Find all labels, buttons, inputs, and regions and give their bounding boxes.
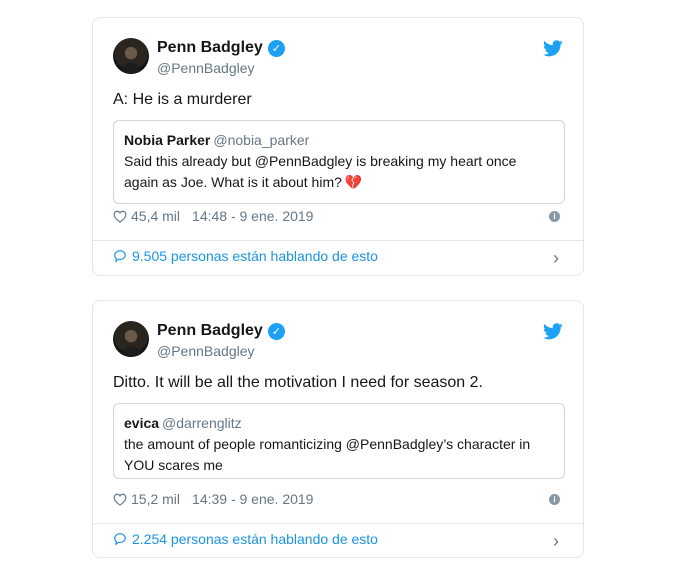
like-count: 45,4 mil bbox=[131, 208, 181, 224]
quoted-author-name: Nobia Parker bbox=[124, 132, 211, 148]
divider bbox=[93, 523, 583, 524]
conversation-link[interactable]: 9.505 personas están hablando de esto bbox=[113, 248, 378, 264]
like-count: 15,2 mil bbox=[131, 491, 181, 507]
timestamp[interactable]: 14:48 - 9 ene. 2019 bbox=[192, 208, 313, 224]
conversation-link[interactable]: 2.254 personas están hablando de esto bbox=[113, 531, 378, 547]
tweet-text: A: He is a murderer bbox=[113, 91, 252, 108]
timestamp[interactable]: 14:39 - 9 ene. 2019 bbox=[192, 491, 313, 507]
avatar[interactable] bbox=[113, 38, 149, 74]
tweet-text: Ditto. It will be all the motivation I n… bbox=[113, 374, 483, 391]
conversation-text: 9.505 personas están hablando de esto bbox=[132, 248, 378, 264]
author-handle[interactable]: @PennBadgley bbox=[157, 60, 255, 76]
quoted-tweet[interactable]: Nobia Parker @nobia_parker Said this alre… bbox=[113, 120, 565, 204]
twitter-bird-icon[interactable] bbox=[543, 323, 563, 340]
quoted-author-name: evica bbox=[124, 415, 160, 431]
quoted-author-handle: @nobia_parker bbox=[213, 132, 310, 148]
speech-bubble-icon bbox=[114, 250, 126, 263]
speech-bubble-icon bbox=[114, 533, 126, 546]
info-icon[interactable]: i bbox=[549, 494, 560, 505]
divider bbox=[93, 240, 583, 241]
author-name-row[interactable]: Penn Badgley ✓ bbox=[157, 39, 285, 57]
quoted-tweet[interactable]: evica @darrenglitz the amount of people r… bbox=[113, 403, 565, 479]
author-name[interactable]: Penn Badgley bbox=[157, 322, 263, 340]
heart-outline-icon bbox=[113, 210, 127, 223]
quoted-tweet-text: Said this already but @PennBadgley is br… bbox=[124, 151, 554, 193]
like-button[interactable]: 15,2 mil bbox=[113, 491, 180, 507]
broken-heart-icon: 💔 bbox=[344, 174, 363, 190]
chevron-right-icon[interactable]: › bbox=[553, 248, 559, 269]
author-name[interactable]: Penn Badgley bbox=[157, 39, 263, 57]
conversation-text: 2.254 personas están hablando de esto bbox=[132, 531, 378, 547]
verified-badge-icon: ✓ bbox=[267, 322, 285, 340]
heart-outline-icon bbox=[113, 493, 127, 506]
verified-badge-icon: ✓ bbox=[267, 39, 285, 57]
twitter-bird-icon[interactable] bbox=[543, 40, 563, 57]
quoted-tweet-header: Nobia Parker @nobia_parker bbox=[124, 130, 554, 151]
quoted-tweet-header: evica @darrenglitz bbox=[124, 413, 554, 434]
avatar[interactable] bbox=[113, 321, 149, 357]
tweet-card-2[interactable]: Penn Badgley ✓ @PennBadgley Ditto. It wi… bbox=[92, 300, 584, 558]
quoted-tweet-text: the amount of people romanticizing @Penn… bbox=[124, 436, 531, 473]
quoted-author-handle: @darrenglitz bbox=[162, 415, 242, 431]
tweet-card-1[interactable]: Penn Badgley ✓ @PennBadgley A: He is a m… bbox=[92, 17, 584, 276]
chevron-right-icon[interactable]: › bbox=[553, 531, 559, 552]
author-name-row[interactable]: Penn Badgley ✓ bbox=[157, 322, 285, 340]
tweet-meta: 45,4 mil 14:48 - 9 ene. 2019 bbox=[113, 208, 313, 224]
info-icon[interactable]: i bbox=[549, 211, 560, 222]
author-handle[interactable]: @PennBadgley bbox=[157, 343, 255, 359]
like-button[interactable]: 45,4 mil bbox=[113, 208, 180, 224]
tweet-meta: 15,2 mil 14:39 - 9 ene. 2019 bbox=[113, 491, 313, 507]
quoted-tweet-body: Said this already but @PennBadgley is br… bbox=[124, 153, 517, 190]
